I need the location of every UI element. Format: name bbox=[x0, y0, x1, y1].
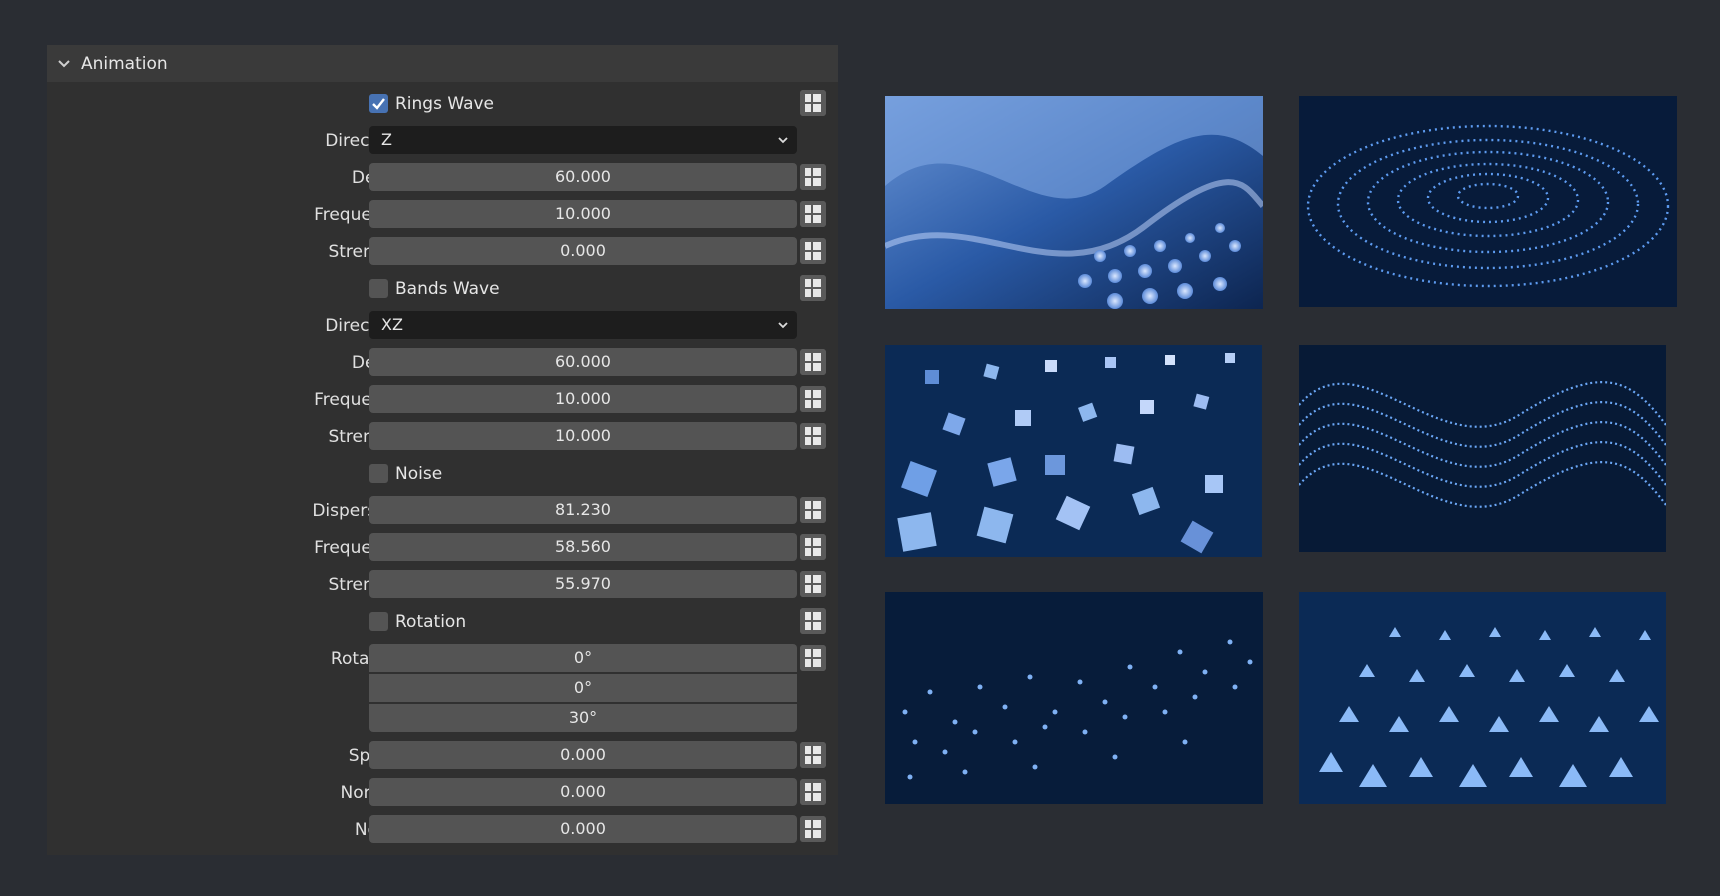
rotation-vector-row: Rotation 0° 0° 30° bbox=[47, 644, 838, 734]
preview-thumbnail-4 bbox=[1299, 345, 1666, 552]
bands-frequency-field[interactable]: 10.000 bbox=[369, 385, 797, 413]
checkmark-icon bbox=[372, 98, 385, 110]
noise-frequency-field[interactable]: 58.560 bbox=[369, 533, 797, 561]
chevron-down-icon bbox=[778, 322, 788, 329]
rotation-toggle-row: Rotation bbox=[47, 607, 838, 637]
panel-title: Animation bbox=[81, 53, 168, 74]
bands-direction-row: Direction XZ bbox=[47, 311, 838, 341]
rings-wave-checkbox[interactable] bbox=[369, 94, 388, 113]
normal-row: Normal 0.000 bbox=[47, 778, 838, 808]
rings-detail-field[interactable]: 60.000 bbox=[369, 163, 797, 191]
keyframe-icon[interactable] bbox=[800, 238, 826, 264]
bands-direction-value: XZ bbox=[381, 315, 403, 334]
rotation-checkbox[interactable] bbox=[369, 612, 388, 631]
keyframe-icon[interactable] bbox=[800, 816, 826, 842]
rings-frequency-row: Frequency 10.000 bbox=[47, 200, 838, 230]
keyframe-icon[interactable] bbox=[800, 275, 826, 301]
keyframe-icon[interactable] bbox=[800, 742, 826, 768]
preview-thumbnail-5 bbox=[885, 592, 1263, 804]
noise-strength-field[interactable]: 55.970 bbox=[369, 570, 797, 598]
keyframe-icon[interactable] bbox=[800, 779, 826, 805]
rings-wave-row: Rings Wave bbox=[47, 89, 838, 119]
bands-frequency-row: Frequency 10.000 bbox=[47, 385, 838, 415]
keyframe-icon[interactable] bbox=[800, 90, 826, 116]
keyframe-icon[interactable] bbox=[800, 608, 826, 634]
preview-thumbnail-1 bbox=[885, 96, 1263, 309]
keyframe-icon[interactable] bbox=[800, 423, 826, 449]
noise-strength-row: Strength 55.970 bbox=[47, 570, 838, 600]
animation-panel: Animation Rings Wave Direction Z Detail … bbox=[47, 45, 838, 855]
rotation-noise-row: Noise 0.000 bbox=[47, 815, 838, 845]
noise-row: Noise bbox=[47, 459, 838, 489]
preview-thumbnail-6 bbox=[1299, 592, 1666, 804]
rotation-noise-field[interactable]: 0.000 bbox=[369, 815, 797, 843]
rings-direction-row: Direction Z bbox=[47, 126, 838, 156]
keyframe-icon[interactable] bbox=[800, 534, 826, 560]
rotation-x-field[interactable]: 0° bbox=[369, 644, 797, 672]
bands-detail-row: Detail 60.000 bbox=[47, 348, 838, 378]
speed-field[interactable]: 0.000 bbox=[369, 741, 797, 769]
bands-strength-row: Strength 10.000 bbox=[47, 422, 838, 452]
keyframe-icon[interactable] bbox=[800, 201, 826, 227]
rotation-y-field[interactable]: 0° bbox=[369, 674, 797, 702]
noise-dispersion-row: Dispersion 81.230 bbox=[47, 496, 838, 526]
noise-frequency-row: Frequency 58.560 bbox=[47, 533, 838, 563]
rotation-toggle-label: Rotation bbox=[395, 612, 467, 632]
speed-row: Speed 0.000 bbox=[47, 741, 838, 771]
bands-direction-select[interactable]: XZ bbox=[369, 311, 797, 339]
rotation-z-field[interactable]: 30° bbox=[369, 704, 797, 732]
normal-field[interactable]: 0.000 bbox=[369, 778, 797, 806]
bands-detail-field[interactable]: 60.000 bbox=[369, 348, 797, 376]
keyframe-icon[interactable] bbox=[800, 349, 826, 375]
keyframe-icon[interactable] bbox=[800, 571, 826, 597]
rings-detail-row: Detail 60.000 bbox=[47, 163, 838, 193]
rings-direction-select[interactable]: Z bbox=[369, 126, 797, 154]
keyframe-icon[interactable] bbox=[800, 645, 826, 671]
chevron-down-icon bbox=[58, 59, 70, 67]
noise-checkbox[interactable] bbox=[369, 464, 388, 483]
bands-wave-label: Bands Wave bbox=[395, 279, 500, 299]
rings-direction-value: Z bbox=[381, 130, 392, 149]
keyframe-icon[interactable] bbox=[800, 386, 826, 412]
rings-frequency-field[interactable]: 10.000 bbox=[369, 200, 797, 228]
rings-strength-field[interactable]: 0.000 bbox=[369, 237, 797, 265]
keyframe-icon[interactable] bbox=[800, 497, 826, 523]
bands-strength-field[interactable]: 10.000 bbox=[369, 422, 797, 450]
rings-strength-row: Strength 0.000 bbox=[47, 237, 838, 267]
noise-dispersion-field[interactable]: 81.230 bbox=[369, 496, 797, 524]
chevron-down-icon bbox=[778, 137, 788, 144]
bands-wave-row: Bands Wave bbox=[47, 274, 838, 304]
rings-wave-label: Rings Wave bbox=[395, 94, 495, 114]
preview-thumbnail-2 bbox=[1299, 96, 1677, 307]
keyframe-icon[interactable] bbox=[800, 164, 826, 190]
panel-header[interactable]: Animation bbox=[47, 45, 838, 82]
bands-wave-checkbox[interactable] bbox=[369, 279, 388, 298]
noise-label: Noise bbox=[395, 464, 443, 484]
preview-thumbnail-3 bbox=[885, 345, 1262, 557]
